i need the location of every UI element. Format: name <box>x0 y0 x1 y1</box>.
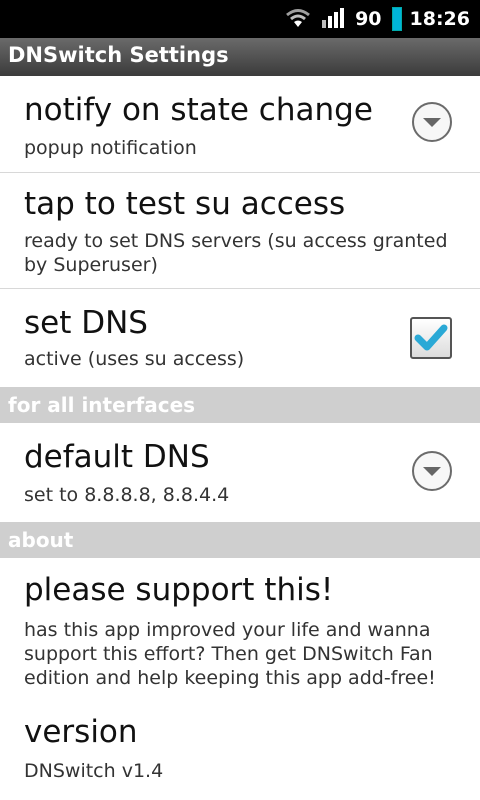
set-dns-checkbox[interactable] <box>410 317 452 359</box>
pref-support-summary: has this app improved your life and wann… <box>24 619 436 689</box>
dropdown-arrow-icon[interactable] <box>412 102 452 142</box>
pref-notify-title: notify on state change <box>24 92 373 128</box>
pref-test-su-summary: ready to set DNS servers (su access gran… <box>24 230 448 276</box>
pref-default-dns-summary: set to 8.8.8.8, 8.8.4.4 <box>24 484 230 506</box>
status-icons: 90 18:26 <box>283 0 470 38</box>
status-bar: 90 18:26 <box>0 0 480 38</box>
pref-support-title: please support this! <box>24 572 334 608</box>
battery-level: 90 <box>355 8 382 30</box>
checkmark-icon <box>414 324 448 351</box>
dropdown-arrow-icon[interactable] <box>412 451 452 491</box>
pref-set-dns[interactable]: set DNS active (uses su access) <box>0 289 480 386</box>
signal-icon <box>321 5 347 33</box>
pref-version-summary: DNSwitch v1.4 <box>24 760 164 782</box>
clock: 18:26 <box>409 8 470 30</box>
pref-notify-summary: popup notification <box>24 137 197 159</box>
pref-set-dns-summary: active (uses su access) <box>24 348 245 370</box>
pref-version-title: version <box>24 714 138 750</box>
pref-set-dns-title: set DNS <box>24 305 148 341</box>
category-header-about: about <box>0 522 480 558</box>
battery-icon <box>391 7 402 31</box>
app-title: DNSwitch Settings <box>8 43 229 67</box>
pref-test-su-title: tap to test su access <box>24 186 346 222</box>
pref-notify[interactable]: notify on state change popup notificatio… <box>0 76 480 172</box>
pref-support[interactable]: please support this! has this app improv… <box>0 558 480 698</box>
category-label: for all interfaces <box>8 393 196 417</box>
category-label: about <box>8 528 74 552</box>
pref-version[interactable]: version DNSwitch v1.4 <box>0 698 480 800</box>
category-header-interfaces: for all interfaces <box>0 387 480 423</box>
wifi-icon <box>283 5 313 33</box>
pref-default-dns-title: default DNS <box>24 439 210 475</box>
pref-test-su[interactable]: tap to test su access ready to set DNS s… <box>0 173 480 288</box>
pref-default-dns[interactable]: default DNS set to 8.8.8.8, 8.8.4.4 <box>0 423 480 521</box>
title-bar: DNSwitch Settings <box>0 38 480 77</box>
